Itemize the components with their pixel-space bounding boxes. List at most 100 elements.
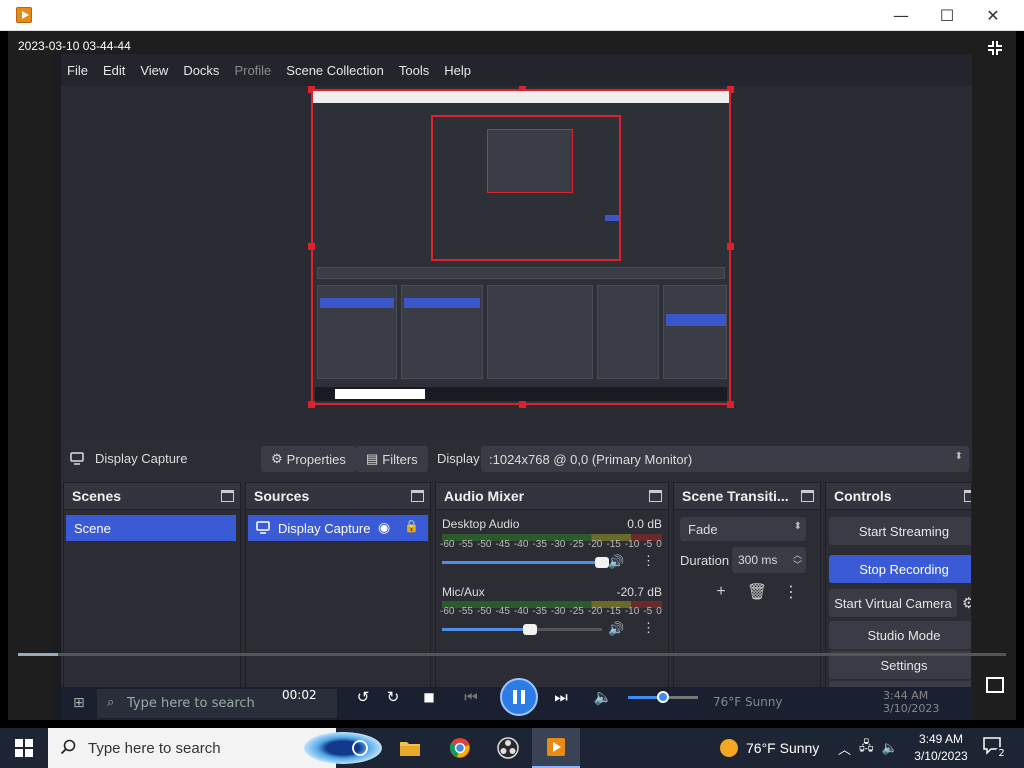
- windows-logo-icon: ⊞: [73, 695, 85, 711]
- float-dock-icon[interactable]: [649, 490, 662, 502]
- chevron-up-icon[interactable]: ︿: [838, 739, 851, 758]
- weather-widget[interactable]: 76°F Sunny: [720, 728, 819, 768]
- volume-icon[interactable]: 🔈: [590, 684, 616, 710]
- clock[interactable]: 3:49 AM 3/10/2023: [906, 731, 976, 765]
- volume-slider[interactable]: [628, 691, 698, 703]
- scene-item-label: Scene: [74, 520, 111, 536]
- meter-scale: -60 -55 -50 -45 -40 -35 -30 -25 -20 -15 -10 -5 0: [440, 606, 662, 617]
- minimize-button[interactable]: —: [878, 0, 924, 31]
- speaker-icon[interactable]: 🔊: [608, 621, 624, 637]
- menu-docks[interactable]: Docks: [183, 63, 219, 78]
- resize-handle[interactable]: [519, 401, 526, 408]
- menu-tools[interactable]: Tools: [399, 63, 429, 78]
- volume-slider[interactable]: [442, 557, 609, 568]
- meter-scale-tick: -30: [550, 606, 566, 617]
- menu-file[interactable]: File: [67, 63, 88, 78]
- studio-mode-button[interactable]: Studio Mode: [829, 621, 971, 649]
- float-dock-icon[interactable]: [801, 490, 814, 502]
- speaker-icon[interactable]: 🔊: [608, 554, 624, 570]
- search-placeholder: Type here to search: [88, 739, 221, 757]
- resize-handle[interactable]: [308, 401, 315, 408]
- pause-icon: [513, 690, 525, 704]
- meter-scale-tick: -20: [587, 539, 603, 550]
- maximize-button[interactable]: ☐: [924, 0, 970, 31]
- menu-help[interactable]: Help: [444, 63, 471, 78]
- transition-select[interactable]: Fade ⬍: [680, 517, 806, 541]
- volume-slider[interactable]: [442, 624, 602, 635]
- more-icon[interactable]: ⋮: [642, 620, 655, 636]
- meter-scale-tick: -30: [550, 539, 566, 550]
- filters-label: Filters: [382, 451, 418, 467]
- start-button[interactable]: [0, 728, 48, 768]
- start-streaming-button[interactable]: Start Streaming: [829, 517, 971, 545]
- volume-knob[interactable]: [657, 691, 669, 703]
- search-icon: ⌕: [107, 695, 115, 710]
- pause-button[interactable]: [500, 678, 538, 716]
- close-button[interactable]: ✕: [970, 0, 1016, 31]
- filters-button[interactable]: ▤ Filters: [356, 446, 428, 472]
- menu-edit[interactable]: Edit: [103, 63, 125, 78]
- chrome-button[interactable]: [436, 728, 484, 768]
- float-dock-icon[interactable]: [411, 490, 424, 502]
- audio-mixer-title: Audio Mixer: [444, 488, 525, 504]
- stop-recording-button[interactable]: Stop Recording: [829, 555, 971, 583]
- eye-icon[interactable]: ◉: [378, 519, 390, 536]
- float-dock-icon[interactable]: [221, 490, 234, 502]
- video-area[interactable]: 2023-03-10 03-44-44 File Edit View Docks…: [8, 31, 1016, 720]
- source-item[interactable]: Display Capture ◉ 🔒: [248, 515, 428, 541]
- meter-scale-tick: -35: [532, 606, 547, 617]
- network-icon[interactable]: 🖧: [859, 737, 874, 759]
- resize-handle[interactable]: [727, 243, 734, 250]
- spin-arrows-icon[interactable]: ︿ ﹀: [793, 550, 802, 570]
- scene-transitions-title: Scene Transiti...: [682, 488, 789, 504]
- display-select[interactable]: :1024x768 @ 0,0 (Primary Monitor) ⬍: [481, 446, 969, 472]
- volume-slider-knob[interactable]: [523, 624, 537, 635]
- float-dock-icon[interactable]: [964, 490, 971, 502]
- lock-icon[interactable]: 🔒: [404, 519, 419, 533]
- start-virtual-camera-button[interactable]: Start Virtual Camera: [829, 589, 957, 617]
- file-explorer-button[interactable]: [386, 728, 434, 768]
- trash-icon[interactable]: 🗑: [746, 581, 768, 603]
- captured-clock: 3:44 AM 3/10/2023: [883, 689, 939, 715]
- search-box[interactable]: Type here to search: [48, 728, 382, 768]
- windows-logo-icon: [15, 739, 33, 757]
- menu-view[interactable]: View: [140, 63, 168, 78]
- collapse-icon[interactable]: [986, 39, 1004, 57]
- obs-button[interactable]: [484, 728, 532, 768]
- properties-button[interactable]: ⚙ Properties: [261, 446, 356, 472]
- nested-scene-row: [320, 298, 394, 308]
- media-player-button[interactable]: [532, 728, 580, 768]
- add-icon[interactable]: +: [710, 581, 732, 603]
- notification-center-button[interactable]: 2: [982, 736, 1008, 760]
- task-view-button[interactable]: [336, 728, 384, 768]
- duration-spinbox[interactable]: 300 ms ︿ ﹀: [732, 547, 806, 573]
- preview-area[interactable]: [61, 86, 972, 436]
- volume-slider-knob[interactable]: [595, 557, 609, 568]
- filter-icon: ▤: [366, 451, 379, 466]
- seek-bar[interactable]: [18, 653, 1006, 656]
- speaker-icon[interactable]: 🔈: [882, 741, 898, 756]
- preview-canvas[interactable]: [308, 86, 734, 408]
- meter-scale-tick: -55: [458, 539, 473, 550]
- sun-icon: [720, 739, 738, 757]
- nested-taskbar: [315, 387, 727, 401]
- nested-stop-recording: [666, 314, 726, 326]
- repeat-icon[interactable]: ↻: [380, 684, 406, 710]
- scene-item[interactable]: Scene: [66, 515, 236, 541]
- menu-scene-collection[interactable]: Scene Collection: [286, 63, 384, 78]
- nested-source-row: [404, 298, 480, 308]
- stop-icon[interactable]: ■: [416, 684, 442, 710]
- nested-titlebar: [313, 91, 729, 103]
- obs-menubar: File Edit View Docks Profile Scene Colle…: [61, 54, 972, 86]
- more-icon[interactable]: ⋮: [642, 553, 655, 569]
- more-icon[interactable]: ⋮: [780, 581, 802, 603]
- resize-handle[interactable]: [308, 243, 315, 250]
- gear-icon[interactable]: ⚙: [962, 594, 971, 612]
- picture-in-picture-icon[interactable]: [986, 677, 1004, 693]
- previous-icon[interactable]: ⏮: [458, 684, 484, 710]
- next-icon[interactable]: ⏭: [548, 684, 574, 710]
- seek-bar-fill: [18, 653, 58, 656]
- menu-profile[interactable]: Profile: [234, 63, 271, 78]
- rewind-icon[interactable]: ↺: [350, 684, 376, 710]
- resize-handle[interactable]: [727, 401, 734, 408]
